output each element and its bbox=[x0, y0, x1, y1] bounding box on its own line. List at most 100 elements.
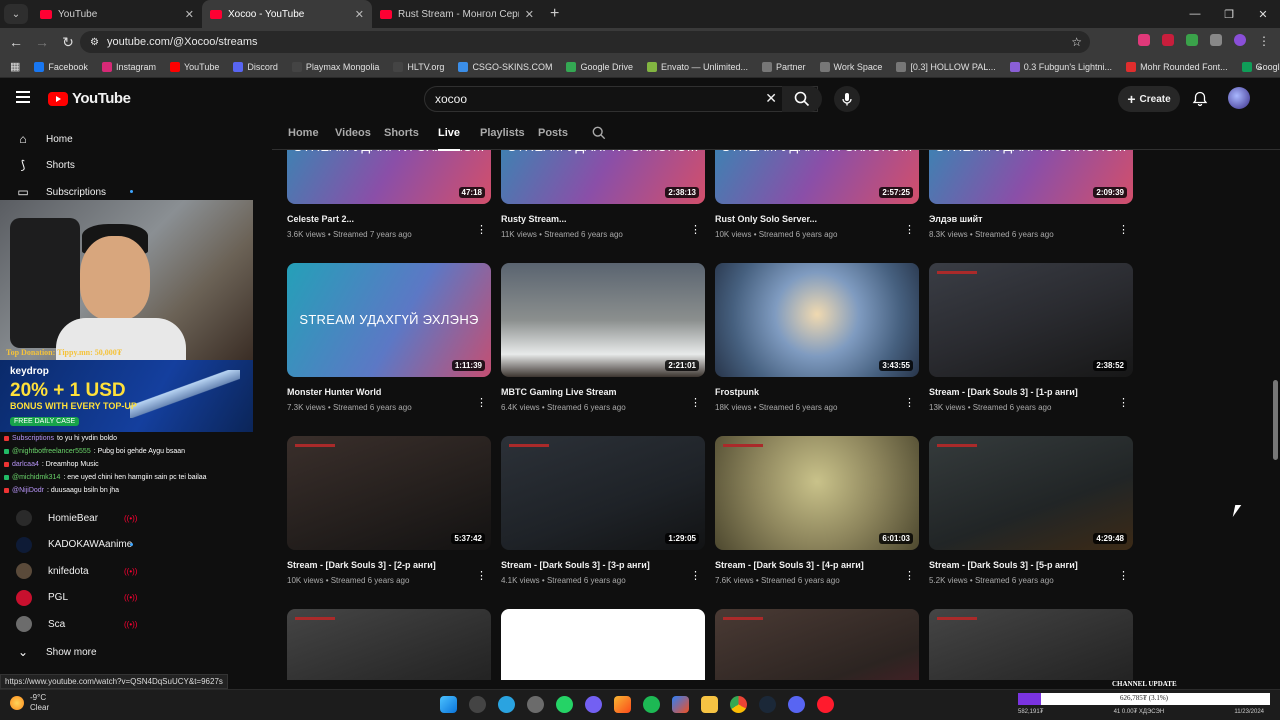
more-actions-icon[interactable]: ⋮ bbox=[476, 223, 487, 236]
video-thumbnail[interactable] bbox=[501, 609, 705, 680]
chrome-icon[interactable] bbox=[730, 696, 747, 713]
bookmark-star-icon[interactable]: ☆ bbox=[1071, 35, 1082, 49]
video-thumbnail[interactable]: 2:21:01 bbox=[501, 263, 705, 377]
apps-grid-icon[interactable]: ▦ bbox=[10, 60, 20, 73]
tab-shorts[interactable]: Shorts bbox=[384, 127, 419, 139]
more-actions-icon[interactable]: ⋮ bbox=[1118, 396, 1129, 409]
tab-playlists[interactable]: Playlists bbox=[480, 127, 525, 139]
video-card[interactable]: 5:37:42 Stream - [Dark Souls 3] - [2-р ан… bbox=[287, 436, 491, 585]
bookmark-item[interactable]: Playmax Mongolia bbox=[291, 61, 379, 72]
back-icon[interactable]: ← bbox=[8, 34, 24, 50]
extension-adblock-icon[interactable] bbox=[1162, 34, 1174, 46]
video-card[interactable] bbox=[501, 609, 705, 680]
bookmark-item[interactable]: 0.3 Fubgun's Lightni... bbox=[1009, 61, 1112, 72]
video-thumbnail[interactable]: STREAM УДАХГҮЙ ЭХЛЭНЭ... 2:09:39 bbox=[929, 150, 1133, 204]
app-icon[interactable] bbox=[527, 696, 544, 713]
video-card[interactable]: STREAM УДАХГҮЙ ЭХЛЭНЭ... 47:18 Celeste Par… bbox=[287, 150, 491, 239]
browser-menu-icon[interactable]: ⋮ bbox=[1258, 34, 1270, 48]
sidebar-item-shorts[interactable]: ⟆ Shorts bbox=[0, 152, 160, 178]
video-title[interactable]: Stream - [Dark Souls 3] - [4-р анги] bbox=[715, 560, 919, 570]
account-avatar[interactable] bbox=[1228, 87, 1250, 109]
video-title[interactable]: Stream - [Dark Souls 3] - [5-р анги] bbox=[929, 560, 1133, 570]
close-tab-icon[interactable]: ✕ bbox=[185, 8, 194, 21]
tab-videos[interactable]: Videos bbox=[335, 127, 371, 139]
video-title[interactable]: Элдэв шийт bbox=[929, 214, 1133, 224]
bookmark-item[interactable]: [0.3] HOLLOW PAL... bbox=[896, 61, 996, 72]
tab-posts[interactable]: Posts bbox=[538, 127, 568, 139]
sidebar-item-home[interactable]: ⌂ Home bbox=[0, 126, 160, 152]
video-title[interactable]: Frostpunk bbox=[715, 387, 919, 397]
bookmark-item[interactable]: HLTV.org bbox=[393, 61, 444, 72]
opera-icon[interactable] bbox=[817, 696, 834, 713]
show-more-button[interactable]: ⌄ Show more bbox=[0, 639, 160, 665]
bookmark-item[interactable]: Facebook bbox=[34, 61, 88, 72]
browser-tab[interactable]: YouTube ✕ bbox=[32, 0, 202, 28]
tab-home[interactable]: Home bbox=[288, 127, 319, 139]
spotify-icon[interactable] bbox=[643, 696, 660, 713]
sidebar-channel[interactable]: knifedota ((•)) bbox=[0, 558, 160, 584]
bookmark-item[interactable]: YouTube bbox=[169, 61, 219, 72]
video-title[interactable]: Rust Only Solo Server... bbox=[715, 214, 919, 224]
video-card[interactable]: STREAM УДАХГҮЙ ЭХЛЭНЭ... 2:57:25 Rust Only… bbox=[715, 150, 919, 239]
video-thumbnail[interactable]: 3:43:55 bbox=[715, 263, 919, 377]
more-actions-icon[interactable]: ⋮ bbox=[476, 569, 487, 582]
video-title[interactable]: Stream - [Dark Souls 3] - [2-р анги] bbox=[287, 560, 491, 570]
more-actions-icon[interactable]: ⋮ bbox=[1118, 569, 1129, 582]
video-thumbnail[interactable] bbox=[287, 609, 491, 680]
close-tab-icon[interactable]: ✕ bbox=[355, 8, 364, 21]
sidebar-channel[interactable]: Sca ((•)) bbox=[0, 611, 160, 637]
video-card[interactable] bbox=[287, 609, 491, 680]
page-scrollbar[interactable] bbox=[1273, 380, 1278, 460]
more-actions-icon[interactable]: ⋮ bbox=[690, 396, 701, 409]
video-thumbnail[interactable]: 6:01:03 bbox=[715, 436, 919, 550]
bookmark-item[interactable]: Instagram bbox=[101, 61, 156, 72]
whatsapp-icon[interactable] bbox=[556, 696, 573, 713]
reload-icon[interactable]: ↻ bbox=[60, 34, 76, 51]
video-thumbnail[interactable]: 4:29:48 bbox=[929, 436, 1133, 550]
more-actions-icon[interactable]: ⋮ bbox=[904, 569, 915, 582]
windows-start-icon[interactable] bbox=[440, 696, 457, 713]
sidebar-channel[interactable]: HomieBear ((•)) bbox=[0, 505, 160, 531]
viber-icon[interactable] bbox=[585, 696, 602, 713]
new-tab-button[interactable]: + bbox=[550, 5, 559, 23]
video-thumbnail[interactable]: STREAM УДАХГҮЙ ЭХЛЭНЭ 1:11:39 bbox=[287, 263, 491, 377]
more-actions-icon[interactable]: ⋮ bbox=[1118, 223, 1129, 236]
tab-search-chevron-icon[interactable]: ⌄ bbox=[4, 4, 28, 24]
video-title[interactable]: Stream - [Dark Souls 3] - [3-р анги] bbox=[501, 560, 705, 570]
video-title[interactable]: Monster Hunter World bbox=[287, 387, 491, 397]
bookmarks-overflow-icon[interactable]: » bbox=[1257, 62, 1262, 72]
bookmark-item[interactable]: CSGO-SKINS.COM bbox=[458, 61, 552, 72]
profile-avatar-icon[interactable] bbox=[1234, 34, 1246, 46]
video-card[interactable]: STREAM УДАХГҮЙ ЭХЛЭНЭ 1:11:39 Monster Hunt… bbox=[287, 263, 491, 412]
file-explorer-icon[interactable] bbox=[701, 696, 718, 713]
menu-hamburger-icon[interactable] bbox=[16, 91, 30, 106]
close-window-icon[interactable]: ✕ bbox=[1246, 0, 1280, 28]
video-card[interactable]: STREAM УДАХГҮЙ ЭХЛЭНЭ... 2:38:13 Rusty Str… bbox=[501, 150, 705, 239]
restore-icon[interactable]: ❐ bbox=[1212, 0, 1246, 28]
video-thumbnail[interactable]: 2:38:52 bbox=[929, 263, 1133, 377]
more-actions-icon[interactable]: ⋮ bbox=[904, 396, 915, 409]
discord-icon[interactable] bbox=[788, 696, 805, 713]
minimize-icon[interactable]: — bbox=[1178, 0, 1212, 28]
forward-icon[interactable]: → bbox=[34, 34, 50, 50]
sidebar-channel[interactable]: KADOKAWAanime bbox=[0, 532, 160, 558]
notifications-bell-icon[interactable] bbox=[1192, 91, 1208, 107]
video-card[interactable]: 4:29:48 Stream - [Dark Souls 3] - [5-р ан… bbox=[929, 436, 1133, 585]
video-card[interactable]: STREAM УДАХГҮЙ ЭХЛЭНЭ... 2:09:39 Элдэв ший… bbox=[929, 150, 1133, 239]
site-info-icon[interactable]: ⚙ bbox=[90, 37, 99, 48]
search-input[interactable]: xocoo ✕ bbox=[424, 86, 818, 112]
video-card[interactable]: 6:01:03 Stream - [Dark Souls 3] - [4-р ан… bbox=[715, 436, 919, 585]
video-title[interactable]: Rusty Stream... bbox=[501, 214, 705, 224]
browser-tab[interactable]: Xocoo - YouTube ✕ bbox=[202, 0, 372, 28]
video-title[interactable]: Stream - [Dark Souls 3] - [1-р анги] bbox=[929, 387, 1133, 397]
video-card[interactable] bbox=[715, 609, 919, 680]
more-actions-icon[interactable]: ⋮ bbox=[476, 396, 487, 409]
channel-search-icon[interactable] bbox=[592, 126, 606, 140]
more-actions-icon[interactable]: ⋮ bbox=[690, 569, 701, 582]
close-tab-icon[interactable]: ✕ bbox=[525, 8, 534, 21]
search-button[interactable] bbox=[782, 86, 822, 112]
create-button[interactable]: + Create bbox=[1118, 86, 1180, 112]
video-card[interactable]: 2:38:52 Stream - [Dark Souls 3] - [1-р ан… bbox=[929, 263, 1133, 412]
video-title[interactable]: MBTC Gaming Live Stream bbox=[501, 387, 705, 397]
extension-download-icon[interactable] bbox=[1186, 34, 1198, 46]
